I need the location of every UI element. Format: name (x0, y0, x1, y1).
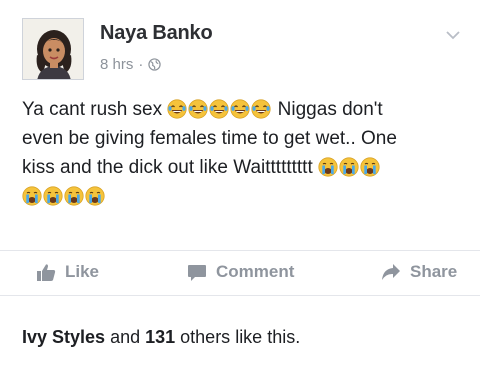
post-text-line-1: Ya cant rush sex Niggas don't (22, 95, 472, 124)
comment-icon (188, 264, 206, 281)
chevron-down-icon[interactable] (444, 26, 462, 44)
crying-emoji-group (318, 157, 381, 178)
laughing-tears-emoji-icon (230, 99, 250, 119)
laughing-tears-emoji-icon (209, 99, 229, 119)
thumbs-up-icon (37, 263, 56, 281)
author-avatar[interactable] (22, 18, 84, 80)
post-text-line-3: kiss and the dick out like Waittttttttt (22, 153, 472, 182)
author-name[interactable]: Naya Banko (100, 22, 213, 45)
comment-label: Comment (216, 262, 295, 281)
crying-emoji-icon (318, 157, 338, 177)
laughing-tears-emoji-icon (167, 99, 187, 119)
post-time[interactable]: 8 hrs (100, 56, 133, 73)
crying-emoji-icon (22, 186, 42, 206)
post-card: Naya Banko 8 hrs · Ya cant rush sex Nigg… (0, 0, 480, 370)
laughing-emoji-group (167, 99, 272, 120)
crying-emoji-icon (43, 186, 63, 206)
post-meta: 8 hrs · (100, 56, 162, 73)
likes-summary[interactable]: Ivy Styles and 131 others like this. (22, 327, 300, 348)
likes-suffix: like this. (230, 327, 301, 347)
like-label: Like (65, 262, 100, 281)
first-liker-name[interactable]: Ivy Styles (22, 327, 105, 347)
post-text-line-4 (22, 182, 472, 211)
likes-and: and (105, 327, 146, 347)
meta-separator: · (138, 56, 144, 73)
laughing-tears-emoji-icon (188, 99, 208, 119)
crying-emoji-icon (360, 157, 380, 177)
like-button[interactable]: Like (36, 262, 99, 282)
share-button[interactable]: Share (381, 262, 457, 282)
crying-emoji-icon (339, 157, 359, 177)
post-text-segment: Ya cant rush sex (22, 99, 168, 120)
post-text-segment: kiss and the dick out like Waittttttttt (22, 157, 319, 178)
crying-emoji-icon (85, 186, 105, 206)
likes-others: others (175, 327, 231, 347)
share-label: Share (410, 262, 458, 281)
post-header: Naya Banko 8 hrs · (22, 18, 462, 84)
post-text-segment: Niggas don't (272, 99, 383, 120)
post-body: Ya cant rush sex Niggas don't even be gi… (22, 95, 472, 211)
comment-button[interactable]: Comment (187, 262, 294, 282)
globe-icon (148, 58, 162, 71)
share-arrow-icon (382, 264, 400, 280)
laughing-tears-emoji-icon (251, 99, 271, 119)
crying-emoji-icon (64, 186, 84, 206)
likes-count[interactable]: 131 (145, 327, 175, 347)
post-text-line-2: even be giving females time to get wet..… (22, 128, 397, 149)
avatar-image (23, 19, 83, 79)
action-bar: Like Comment Share (0, 250, 480, 296)
crying-emoji-group (22, 186, 106, 207)
